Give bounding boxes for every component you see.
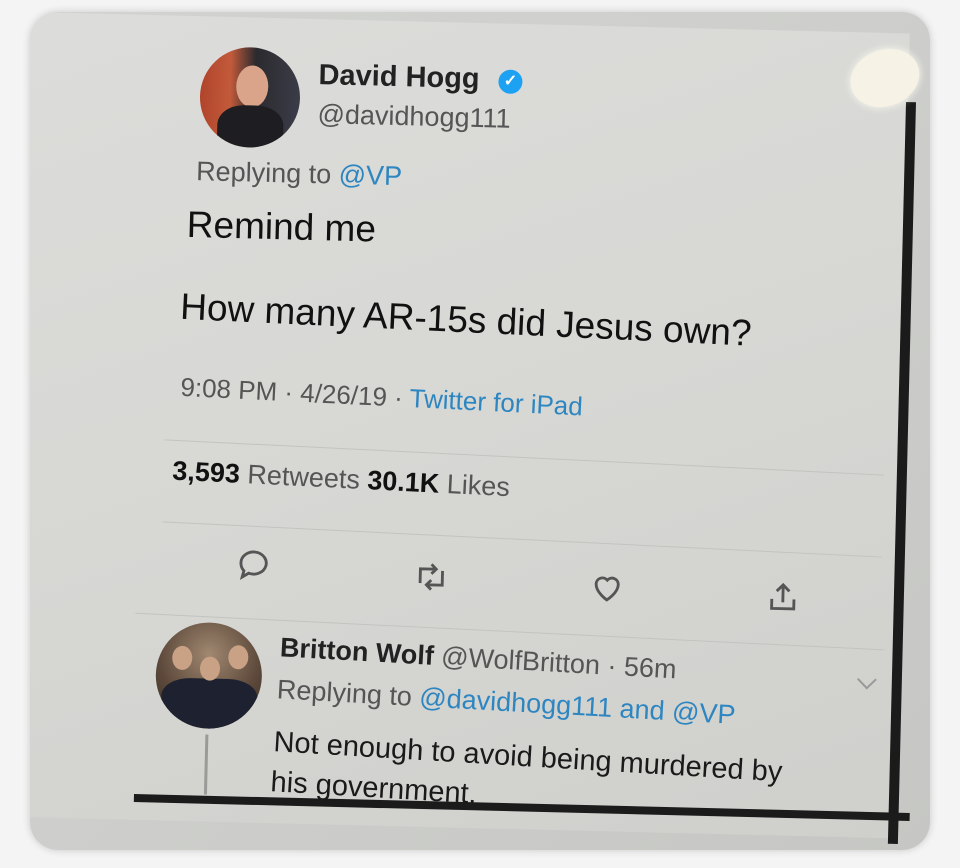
author-handle[interactable]: @davidhogg111 [317,99,511,135]
replying-to-line: Replying to @VP [196,156,403,192]
reply-handle-time[interactable]: @WolfBritton · 56m [433,641,677,684]
tweet-text-line-2: How many AR-15s did Jesus own? [179,285,753,354]
avatar-face [199,656,221,681]
avatar-body [216,104,284,149]
replying-to-prefix: Replying to [195,156,340,190]
avatar-face [235,65,269,108]
reply-author-name[interactable]: Britton Wolf [279,632,434,671]
likes-label[interactable]: Likes [439,469,511,502]
tweet-screen: David Hogg ✓ @davidhogg111 Replying to @… [30,12,910,839]
replying-to-mention[interactable]: @VP [338,160,402,192]
replying-to-and: and [611,692,673,727]
meta-separator: · [386,381,411,413]
share-button[interactable] [763,578,802,617]
tweet-source[interactable]: Twitter for iPad [409,383,584,421]
like-button[interactable] [588,568,627,607]
heart-icon [594,576,620,602]
likes-count[interactable]: 30.1K [367,465,440,498]
author-name[interactable]: David Hogg [318,59,480,96]
tweet-meta: 9:08 PM · 4/26/19 · Twitter for iPad [180,372,584,423]
avatar-face [171,645,193,671]
speech-bubble-icon [239,550,268,581]
reply-button[interactable] [234,545,273,584]
replying-to-mention[interactable]: @davidhogg111 [419,682,613,723]
tweet-date: 4/26/19 [299,377,388,412]
thread-line [203,734,209,795]
retweets-label[interactable]: Retweets [239,459,368,495]
replying-to-prefix: Replying to [276,674,421,713]
retweet-button[interactable] [412,558,451,597]
verified-badge-icon: ✓ [498,69,523,95]
tweet-stats: 3,593 Retweets 30.1K Likes [172,456,511,503]
tweet-text-line-1: Remind me [186,203,377,250]
reply-author-avatar[interactable] [154,621,264,730]
avatar-face [228,645,249,670]
author-avatar[interactable] [198,46,302,149]
retweet-icon [418,563,444,591]
chevron-down-icon[interactable] [857,669,877,690]
replying-to-mention[interactable]: @VP [671,696,736,729]
tweet-time: 9:08 PM [179,371,278,407]
share-icon [770,582,796,611]
avatar-figures [160,677,258,730]
meta-separator: · [276,376,302,408]
photo-of-screen: David Hogg ✓ @davidhogg111 Replying to @… [30,12,930,850]
retweets-count[interactable]: 3,593 [172,456,241,489]
